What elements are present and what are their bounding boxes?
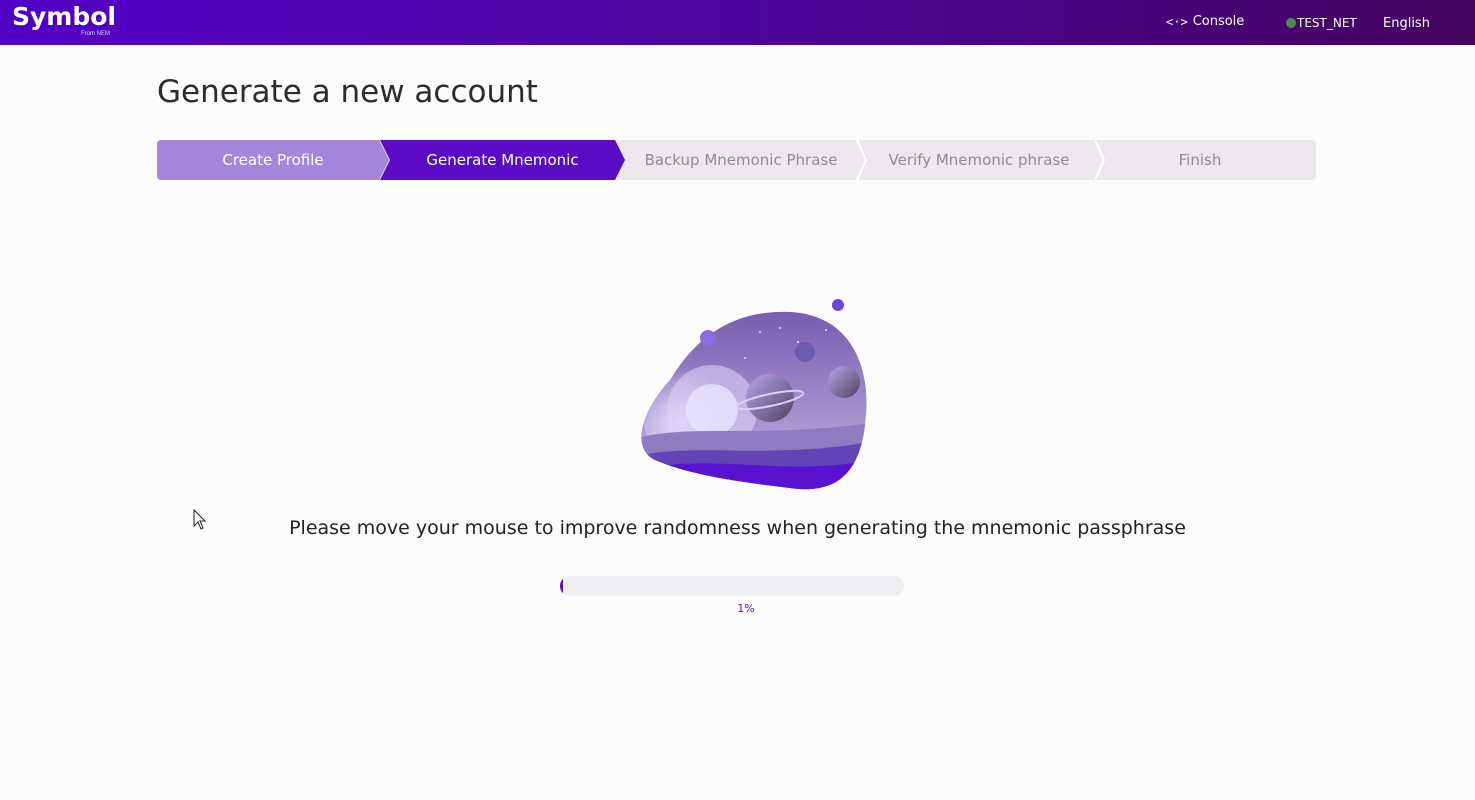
logo-text: Symbol	[12, 2, 116, 31]
top-navigation-bar: Symbol From NEM <·> Console TEST_NET Eng…	[0, 0, 1475, 45]
step-generate-mnemonic: Generate Mnemonic	[380, 140, 625, 180]
entropy-progress-fill	[560, 576, 564, 596]
console-label: Console	[1192, 14, 1245, 29]
step-label: Backup Mnemonic Phrase	[644, 151, 838, 169]
step-label: Finish	[1178, 151, 1222, 169]
code-brackets-icon: <·>	[1166, 14, 1188, 29]
step-label: Generate Mnemonic	[426, 151, 579, 169]
network-label: TEST_NET	[1297, 16, 1357, 30]
entropy-progress-label: 1%	[737, 602, 755, 615]
logo-subtitle: From NEM	[81, 31, 110, 37]
console-link[interactable]: <·> Console	[1166, 14, 1244, 29]
network-indicator[interactable]: TEST_NET	[1286, 16, 1357, 30]
network-status-dot-icon	[1286, 18, 1296, 28]
language-selector[interactable]: English	[1383, 16, 1430, 31]
step-label: Verify Mnemonic phrase	[888, 151, 1070, 169]
step-create-profile: Create Profile	[157, 140, 389, 180]
space-planets-illustration	[641, 299, 867, 490]
step-backup-mnemonic: Backup Mnemonic Phrase	[625, 140, 857, 180]
mouse-cursor-icon	[193, 509, 207, 530]
entropy-progress-bar	[560, 576, 904, 596]
symbol-logo[interactable]: Symbol From NEM	[12, 2, 116, 38]
progress-stepper: Create Profile Generate Mnemonic Backup …	[157, 140, 1316, 180]
step-label: Create Profile	[222, 151, 324, 169]
step-verify-mnemonic: Verify Mnemonic phrase	[863, 140, 1095, 180]
randomness-hint-text: Please move your mouse to improve random…	[289, 517, 1186, 539]
page-title: Generate a new account	[157, 74, 538, 110]
step-finish: Finish	[1101, 140, 1299, 180]
